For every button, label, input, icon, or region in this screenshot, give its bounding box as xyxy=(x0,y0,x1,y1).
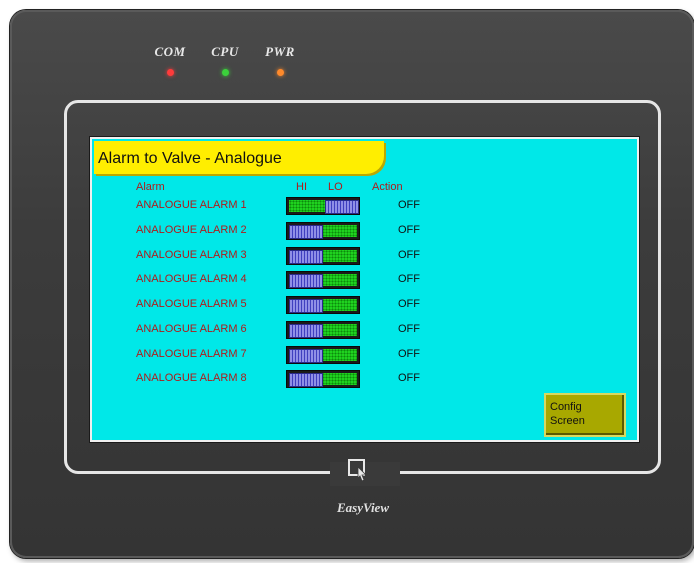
action-column-header: Action xyxy=(372,181,403,193)
com-led: COM xyxy=(150,44,190,76)
lo-column-header: LO xyxy=(328,181,343,193)
page-title: Alarm to Valve - Analogue xyxy=(98,150,282,167)
alarm-2-hi-lo-switch[interactable] xyxy=(286,222,360,240)
alarm-action-status: OFF xyxy=(398,273,420,285)
pwr-led: PWR xyxy=(260,44,300,76)
alarm-row-8: ANALOGUE ALARM 8 OFF xyxy=(92,370,641,390)
pwr-led-label: PWR xyxy=(265,44,295,59)
alarm-row-4: ANALOGUE ALARM 4 OFF xyxy=(92,271,641,291)
switch-knob xyxy=(325,200,359,214)
alarm-label: ANALOGUE ALARM 6 xyxy=(136,323,247,335)
switch-knob xyxy=(289,274,323,288)
alarm-action-status: OFF xyxy=(398,224,420,236)
alarm-label: ANALOGUE ALARM 4 xyxy=(136,273,247,285)
switch-knob xyxy=(289,225,323,239)
alarm-action-status: OFF xyxy=(398,249,420,261)
alarm-row-3: ANALOGUE ALARM 3 OFF xyxy=(92,247,641,267)
config-screen-button-label: Config Screen xyxy=(550,401,585,427)
hi-column-header: HI xyxy=(296,181,307,193)
alarm-row-5: ANALOGUE ALARM 5 OFF xyxy=(92,296,641,316)
switch-knob xyxy=(289,324,323,338)
alarm-8-hi-lo-switch[interactable] xyxy=(286,370,360,388)
config-screen-button[interactable]: Config Screen xyxy=(544,393,626,437)
switch-knob xyxy=(289,373,323,387)
alarm-label: ANALOGUE ALARM 3 xyxy=(136,249,247,261)
switch-knob xyxy=(289,250,323,264)
alarm-action-status: OFF xyxy=(398,323,420,335)
alarm-3-hi-lo-switch[interactable] xyxy=(286,247,360,265)
alarm-5-hi-lo-switch[interactable] xyxy=(286,296,360,314)
pointing-hand-icon xyxy=(348,459,367,482)
pwr-led-indicator xyxy=(276,69,284,76)
alarm-4-hi-lo-switch[interactable] xyxy=(286,271,360,289)
alarm-6-hi-lo-switch[interactable] xyxy=(286,321,360,339)
cpu-led: CPU xyxy=(205,44,245,76)
alarm-row-2: ANALOGUE ALARM 2 OFF xyxy=(92,222,641,242)
com-led-label: COM xyxy=(154,44,186,59)
cpu-led-label: CPU xyxy=(211,44,239,59)
alarm-action-status: OFF xyxy=(398,298,420,310)
cpu-led-indicator xyxy=(221,69,229,76)
alarm-action-status: OFF xyxy=(398,372,420,384)
switch-knob xyxy=(289,299,323,313)
alarm-column-header: Alarm xyxy=(136,181,165,193)
switch-knob xyxy=(289,349,323,363)
alarm-7-hi-lo-switch[interactable] xyxy=(286,346,360,364)
alarm-row-6: ANALOGUE ALARM 6 OFF xyxy=(92,321,641,341)
brand-logo-text: EasyView xyxy=(336,500,389,515)
alarm-row-7: ANALOGUE ALARM 7 OFF xyxy=(92,346,641,366)
com-led-indicator xyxy=(166,69,174,76)
alarm-label: ANALOGUE ALARM 5 xyxy=(136,298,247,310)
status-led-row: COM CPU PWR xyxy=(150,44,330,84)
alarm-row-1: ANALOGUE ALARM 1 OFF xyxy=(92,197,641,217)
alarm-label: ANALOGUE ALARM 1 xyxy=(136,199,247,211)
screen-title-bar: Alarm to Valve - Analogue xyxy=(94,141,384,174)
alarm-label: ANALOGUE ALARM 7 xyxy=(136,348,247,360)
hmi-screen: Alarm to Valve - Analogue Alarm HI LO Ac… xyxy=(89,136,641,443)
alarm-1-hi-lo-switch[interactable] xyxy=(286,197,360,215)
alarm-action-status: OFF xyxy=(398,348,420,360)
alarm-label: ANALOGUE ALARM 8 xyxy=(136,372,247,384)
alarm-action-status: OFF xyxy=(398,199,420,211)
alarm-label: ANALOGUE ALARM 2 xyxy=(136,224,247,236)
